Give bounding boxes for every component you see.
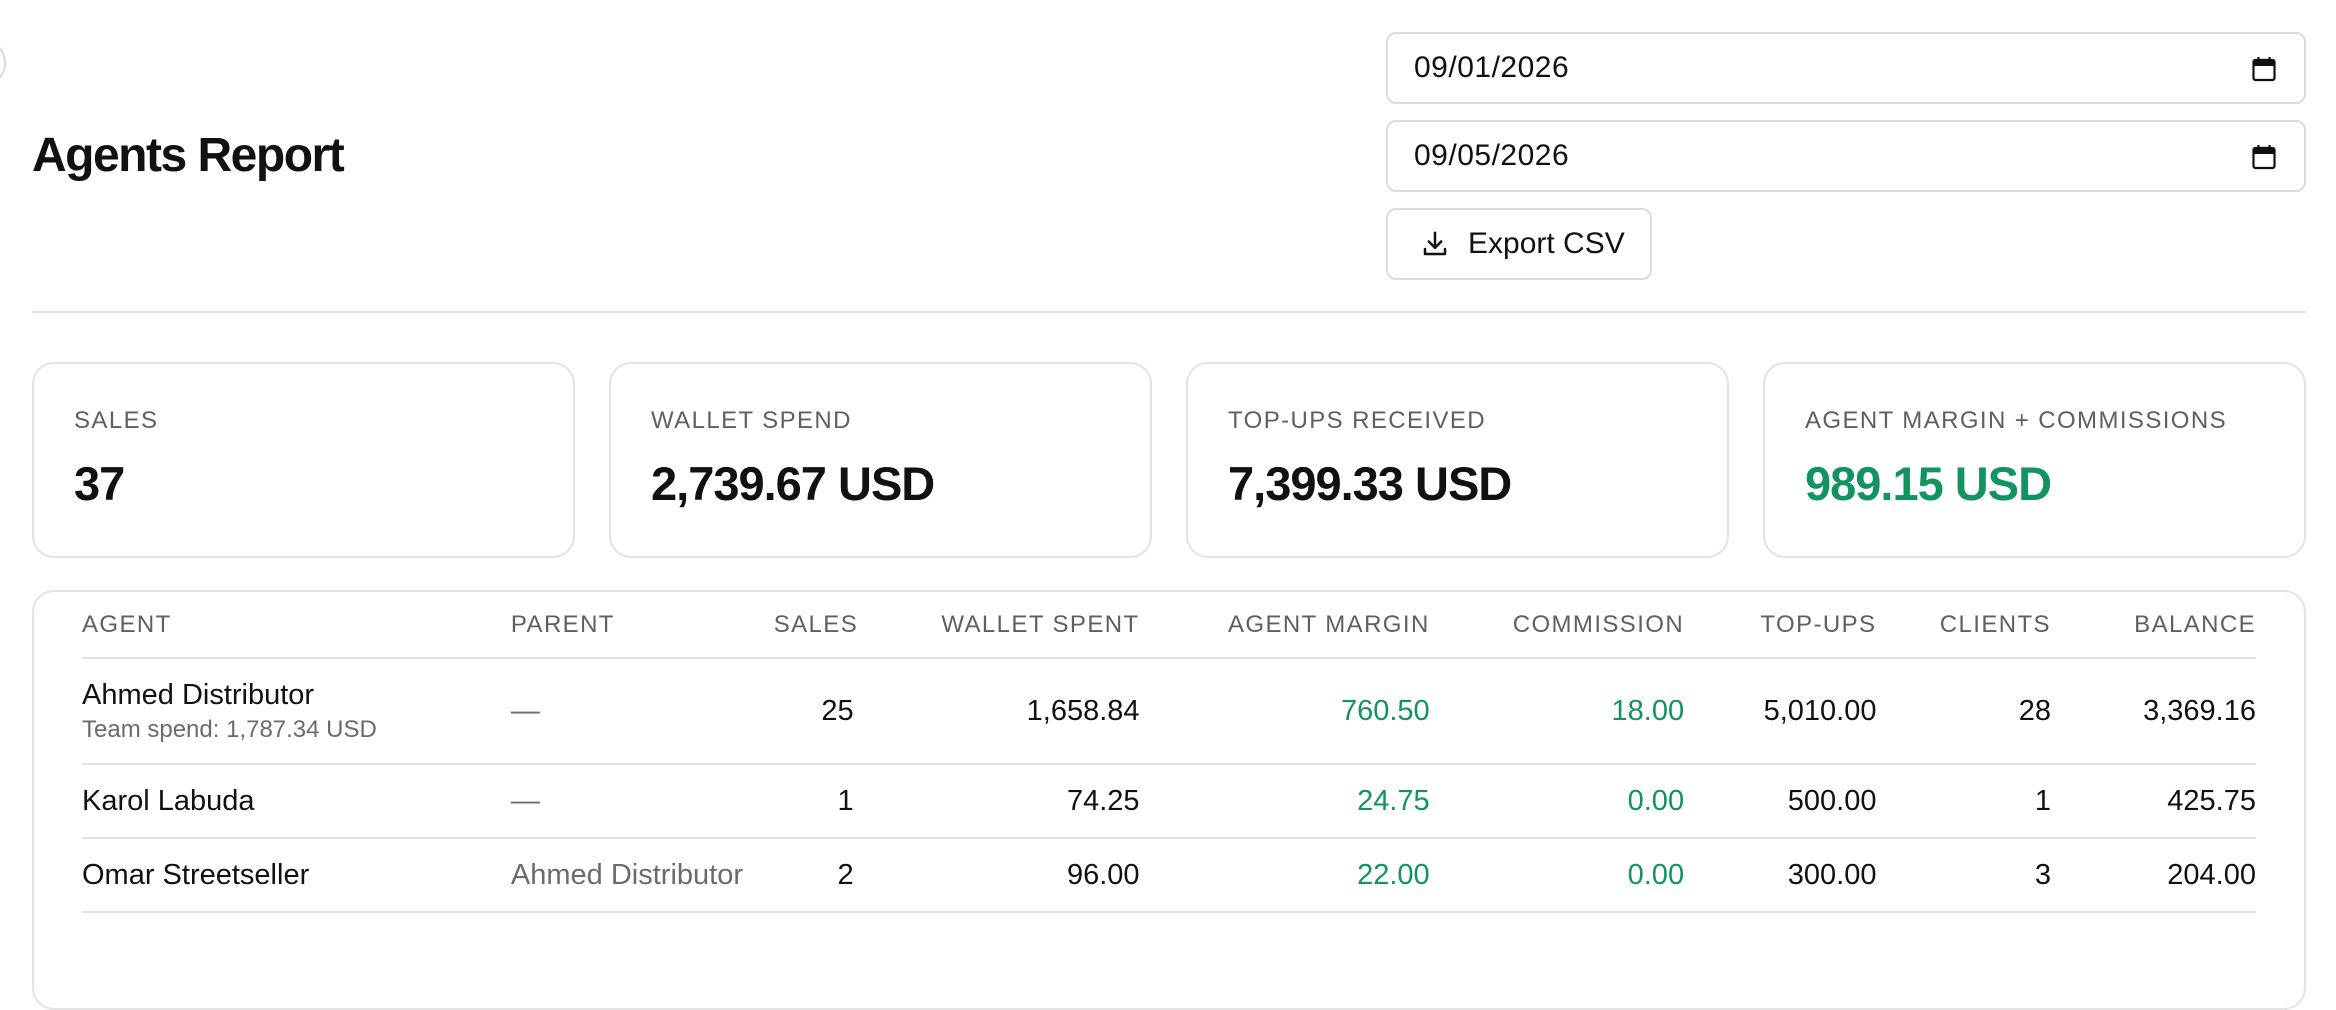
balance-cell: 425.75 (2050, 764, 2256, 839)
commission-cell: 18.00 (1429, 658, 1685, 765)
stat-label: AGENT MARGIN + COMMISSIONS (1805, 407, 2228, 434)
team-spend: Team spend: 1,787.34 USD (82, 716, 377, 743)
agent-margin-cell: 760.50 (1139, 658, 1430, 765)
top-ups-cell: 5,010.00 (1684, 658, 1877, 765)
column-header-wallet-spent[interactable]: WALLET SPENT (853, 592, 1140, 659)
parent-cell: Ahmed Distributor (510, 838, 774, 913)
table-header-row: AGENT PARENT SALES WALLET SPENT AGENT MA… (82, 592, 2256, 659)
download-icon (1423, 231, 1447, 256)
stat-label: SALES (74, 407, 159, 434)
stat-label: TOP-UPS RECEIVED (1228, 407, 1487, 434)
stat-value: 2,739.67 USD (651, 457, 935, 510)
balance-cell: 204.00 (2050, 838, 2256, 913)
parent-cell: — (510, 658, 774, 765)
column-header-sales[interactable]: SALES (773, 592, 857, 659)
agents-table: AGENT PARENT SALES WALLET SPENT AGENT MA… (82, 592, 2256, 913)
table-row[interactable]: Ahmed Distributor Team spend: 1,787.34 U… (82, 658, 2256, 765)
sales-cell: 2 (773, 838, 854, 913)
agent-name: Ahmed Distributor (82, 679, 315, 711)
top-ups-cell: 500.00 (1684, 764, 1877, 839)
column-header-parent[interactable]: PARENT (510, 592, 774, 659)
column-header-commission[interactable]: COMMISSION (1429, 592, 1685, 659)
stat-card-sales: SALES 37 (32, 362, 575, 558)
table-row[interactable]: Karol Labuda — 1 74.25 24.75 0.00 500.00… (82, 764, 2256, 839)
agent-name: Karol Labuda (82, 785, 255, 817)
parent-cell: — (510, 764, 774, 839)
calendar-icon[interactable] (2252, 56, 2276, 82)
report-filters: 09/01/2026 09/05/2026 Export CSV (1386, 32, 2306, 280)
sales-cell: 1 (773, 764, 854, 839)
clients-cell: 28 (1876, 658, 2051, 765)
wallet-spent-cell: 1,658.84 (853, 658, 1140, 765)
export-csv-label: Export CSV (1468, 227, 1625, 260)
agent-margin-cell: 22.00 (1139, 838, 1430, 913)
summary-stats: SALES 37 WALLET SPEND 2,739.67 USD TOP-U… (32, 362, 2306, 558)
date-to-value: 09/05/2026 (1414, 139, 1570, 172)
agent-name: Omar Streetseller (82, 859, 310, 891)
column-header-top-ups[interactable]: TOP-UPS (1684, 592, 1877, 659)
stat-value: 37 (74, 457, 125, 510)
page-title: Agents Report (32, 129, 345, 182)
balance-cell: 3,369.16 (2050, 658, 2256, 765)
wallet-spent-cell: 96.00 (853, 838, 1140, 913)
calendar-icon[interactable] (2252, 144, 2276, 170)
commission-cell: 0.00 (1429, 764, 1685, 839)
agents-table-card: AGENT PARENT SALES WALLET SPENT AGENT MA… (32, 590, 2306, 1010)
agent-cell: Omar Streetseller (82, 838, 511, 913)
stat-card-top-ups: TOP-UPS RECEIVED 7,399.33 USD (1186, 362, 1729, 558)
date-from-value: 09/01/2026 (1414, 51, 1570, 84)
column-header-agent-margin[interactable]: AGENT MARGIN (1139, 592, 1430, 659)
stat-label: WALLET SPEND (651, 407, 852, 434)
table-row[interactable]: Omar Streetseller Ahmed Distributor 2 96… (82, 838, 2256, 913)
date-to-input[interactable]: 09/05/2026 (1386, 120, 2306, 192)
agent-margin-cell: 24.75 (1139, 764, 1430, 839)
collapse-handle[interactable] (0, 42, 6, 84)
agent-cell: Karol Labuda (82, 764, 511, 839)
column-header-balance[interactable]: BALANCE (2050, 592, 2256, 659)
agent-cell: Ahmed Distributor Team spend: 1,787.34 U… (82, 658, 511, 765)
clients-cell: 3 (1876, 838, 2051, 913)
column-header-clients[interactable]: CLIENTS (1876, 592, 2051, 659)
stat-card-wallet-spend: WALLET SPEND 2,739.67 USD (609, 362, 1152, 558)
date-from-input[interactable]: 09/01/2026 (1386, 32, 2306, 104)
stat-card-agent-margin: AGENT MARGIN + COMMISSIONS 989.15 USD (1763, 362, 2306, 558)
column-header-agent[interactable]: AGENT (82, 592, 511, 659)
commission-cell: 0.00 (1429, 838, 1685, 913)
header-divider (32, 311, 2306, 313)
clients-cell: 1 (1876, 764, 2051, 839)
wallet-spent-cell: 74.25 (853, 764, 1140, 839)
export-csv-button[interactable]: Export CSV (1386, 208, 1652, 280)
sales-cell: 25 (773, 658, 854, 765)
stat-value: 7,399.33 USD (1228, 457, 1512, 510)
stat-value: 989.15 USD (1805, 457, 2052, 510)
top-ups-cell: 300.00 (1684, 838, 1877, 913)
